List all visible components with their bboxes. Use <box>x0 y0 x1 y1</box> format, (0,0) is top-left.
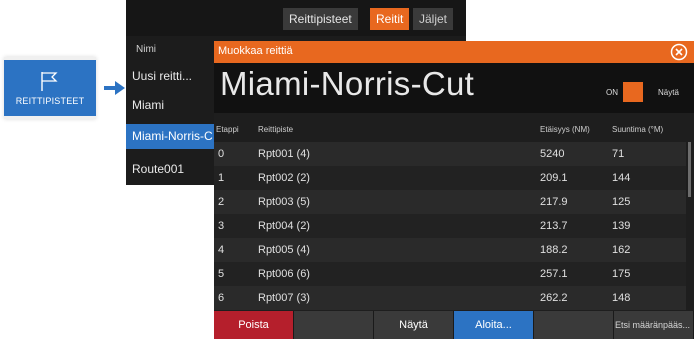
leg-cell: 6 <box>218 292 225 304</box>
distance-cell: 262.2 <box>540 292 568 304</box>
waypoint-cell: Rpt004 (2) <box>258 220 310 232</box>
waypoint-cell: Rpt006 (6) <box>258 268 310 280</box>
toggle-state: ON <box>606 88 618 97</box>
col-waypoint: Reittipiste <box>258 125 294 134</box>
col-bearing: Suuntima (°M) <box>612 125 664 134</box>
empty-button <box>534 311 614 339</box>
table-row[interactable]: 3 Rpt004 (2) 213.7 139 <box>214 214 686 238</box>
distance-cell: 188.2 <box>540 244 568 256</box>
close-icon[interactable] <box>670 43 688 61</box>
col-distance: Etäisyys (NM) <box>540 125 590 134</box>
bearing-cell: 175 <box>612 268 631 280</box>
bearing-cell: 144 <box>612 172 631 184</box>
table-row[interactable]: 1 Rpt002 (2) 209.1 144 <box>214 166 686 190</box>
distance-cell: 217.9 <box>540 196 568 208</box>
leg-cell: 1 <box>218 172 225 184</box>
launcher-label: REITTIPISTEET <box>15 96 85 106</box>
table-row[interactable]: 0 Rpt001 (4) 5240 71 <box>214 142 686 166</box>
empty-button <box>294 311 374 339</box>
distance-cell: 213.7 <box>540 220 568 232</box>
table-row[interactable]: 6 Rpt007 (3) 262.2 148 <box>214 286 686 310</box>
edit-route-dialog: Muokkaa reittiä Miami-Norris-Cut ON Näyt… <box>214 41 694 339</box>
tab-bar: Reittipisteet Reitit Jäljet <box>126 0 466 36</box>
col-leg: Etappi <box>216 125 239 134</box>
arrow-right-icon <box>104 81 125 95</box>
leg-cell: 5 <box>218 268 225 280</box>
dialog-title: Muokkaa reittiä <box>218 45 293 57</box>
waypoint-cell: Rpt001 (4) <box>258 148 310 160</box>
waypoint-cell: Rpt002 (2) <box>258 172 310 184</box>
leg-cell: 2 <box>218 196 225 208</box>
dialog-titlebar: Muokkaa reittiä <box>214 41 694 63</box>
toggle-switch[interactable] <box>623 82 643 102</box>
leg-cell: 3 <box>218 220 225 232</box>
table-row[interactable]: 4 Rpt005 (4) 188.2 162 <box>214 238 686 262</box>
leg-cell: 0 <box>218 148 225 160</box>
distance-cell: 5240 <box>540 148 565 160</box>
delete-button[interactable]: Poista <box>214 311 294 339</box>
leg-cell: 4 <box>218 244 225 256</box>
waypoints-launcher-button[interactable]: REITTIPISTEET <box>4 57 96 119</box>
toggle-label: Näytä <box>658 88 679 97</box>
waypoint-cell: Rpt005 (4) <box>258 244 310 256</box>
bearing-cell: 71 <box>612 148 625 160</box>
waypoint-cell: Rpt007 (3) <box>258 292 310 304</box>
start-button[interactable]: Aloita... <box>454 311 534 339</box>
distance-cell: 257.1 <box>540 268 568 280</box>
route-name-field[interactable]: Miami-Norris-Cut <box>220 65 474 103</box>
show-button[interactable]: Näytä <box>374 311 454 339</box>
bearing-cell: 139 <box>612 220 631 232</box>
find-destination-button[interactable]: Etsi määränpääs... <box>614 311 694 339</box>
scrollbar[interactable] <box>688 142 691 197</box>
bearing-cell: 148 <box>612 292 631 304</box>
tab-waypoints[interactable]: Reittipisteet <box>283 8 358 30</box>
waypoint-cell: Rpt003 (5) <box>258 196 310 208</box>
flag-icon <box>41 72 58 91</box>
bearing-cell: 125 <box>612 196 631 208</box>
table-row[interactable]: 2 Rpt003 (5) 217.9 125 <box>214 190 686 214</box>
name-column-header: Nimi <box>136 44 156 55</box>
tab-tracks[interactable]: Jäljet <box>413 8 454 30</box>
tab-routes[interactable]: Reitit <box>370 8 410 30</box>
table-row[interactable]: 5 Rpt006 (6) 257.1 175 <box>214 262 686 286</box>
distance-cell: 209.1 <box>540 172 568 184</box>
bearing-cell: 162 <box>612 244 631 256</box>
